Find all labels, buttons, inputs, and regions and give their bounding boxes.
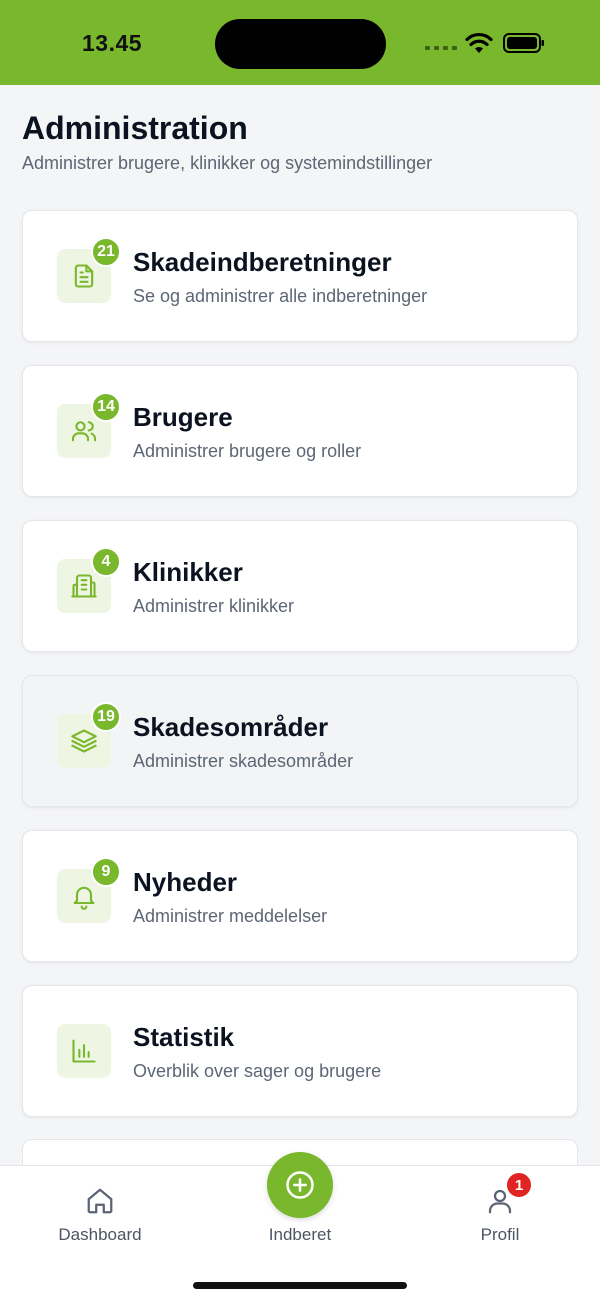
bar-chart-icon bbox=[57, 1024, 111, 1078]
card-statistik[interactable]: Statistik Overblik over sager og brugere bbox=[22, 985, 578, 1117]
tab-bar: Dashboard Indberet Profil 1 bbox=[0, 1152, 600, 1299]
card-title: Skadesområder bbox=[133, 712, 329, 742]
add-report-button[interactable] bbox=[267, 1152, 333, 1218]
count-badge: 9 bbox=[91, 857, 121, 887]
tab-dashboard[interactable]: Dashboard bbox=[30, 1166, 170, 1266]
card-description: Administrer meddelelser bbox=[133, 906, 328, 926]
card-title: Skadeindberetninger bbox=[133, 247, 392, 277]
count-badge: 14 bbox=[91, 392, 121, 422]
page-subtitle: Administrer brugere, klinikker og system… bbox=[22, 153, 433, 173]
card-description: Administrer skadesområder bbox=[133, 751, 354, 771]
card-skadesomraader[interactable]: 19 Skadesområder Administrer skadesområd… bbox=[22, 675, 578, 807]
card-skadeindberetninger[interactable]: 21 Skadeindberetninger Se og administrer… bbox=[22, 210, 578, 342]
home-indicator bbox=[193, 1282, 407, 1289]
status-time: 13.45 bbox=[82, 30, 143, 56]
card-description: Se og administrer alle indberetninger bbox=[133, 286, 428, 306]
cellular-signal-icon bbox=[425, 44, 457, 50]
card-klinikker[interactable]: 4 Klinikker Administrer klinikker bbox=[22, 520, 578, 652]
card-brugere[interactable]: 14 Brugere Administrer brugere og roller bbox=[22, 365, 578, 497]
tab-label: Indberet bbox=[268, 1225, 332, 1244]
wifi-icon bbox=[465, 32, 493, 53]
dynamic-island bbox=[215, 19, 386, 69]
page-title: Administration bbox=[22, 110, 248, 146]
card-title: Klinikker bbox=[133, 557, 243, 587]
card-description: Overblik over sager og brugere bbox=[133, 1061, 382, 1081]
plus-circle-icon bbox=[286, 1171, 314, 1199]
count-badge: 21 bbox=[91, 237, 121, 267]
home-icon bbox=[87, 1188, 113, 1214]
status-bar: 13.45 bbox=[0, 0, 600, 85]
card-title: Statistik bbox=[133, 1022, 235, 1052]
tab-profil[interactable]: Profil bbox=[430, 1166, 570, 1266]
card-description: Administrer klinikker bbox=[133, 596, 295, 616]
tab-label: Profil bbox=[480, 1225, 520, 1244]
tab-label: Dashboard bbox=[58, 1225, 142, 1244]
card-description: Administrer brugere og roller bbox=[133, 441, 362, 461]
notification-badge: 1 bbox=[505, 1171, 533, 1199]
count-badge: 19 bbox=[91, 702, 121, 732]
count-badge: 4 bbox=[91, 547, 121, 577]
battery-icon bbox=[503, 33, 544, 53]
card-nyheder[interactable]: 9 Nyheder Administrer meddelelser bbox=[22, 830, 578, 962]
card-title: Brugere bbox=[133, 402, 233, 432]
card-title: Nyheder bbox=[133, 867, 238, 897]
